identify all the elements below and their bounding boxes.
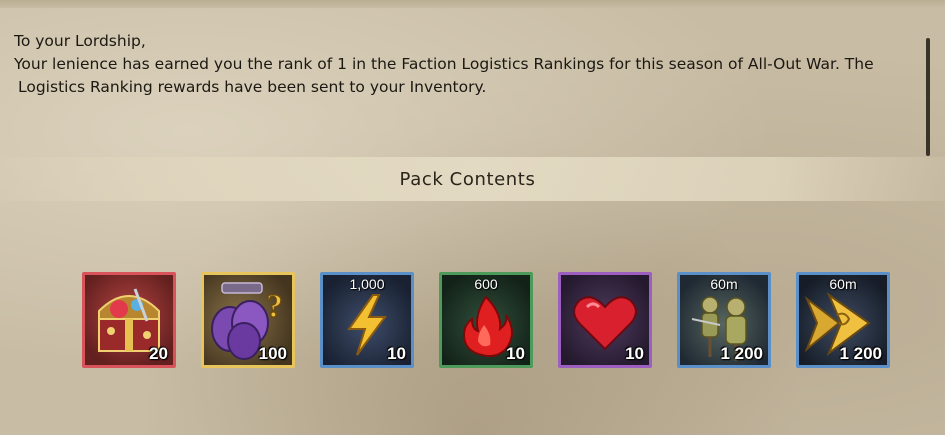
item-quantity: 20 xyxy=(149,344,168,363)
mail-line-2: Logistics Ranking rewards have been sent… xyxy=(18,78,487,96)
message-scrollbar[interactable] xyxy=(926,38,930,156)
reward-item-heart[interactable]: 10 xyxy=(558,272,652,368)
reward-item-training-speedup[interactable]: 60m 1 200 xyxy=(677,272,771,368)
item-quantity: 10 xyxy=(506,344,525,363)
svg-text:?: ? xyxy=(266,288,283,325)
reward-item-flame[interactable]: 600 10 xyxy=(439,272,533,368)
item-amount-label: 600 xyxy=(474,276,498,292)
mail-body: To your Lordship, Your lenience has earn… xyxy=(14,30,919,99)
pack-contents-title: Pack Contents xyxy=(399,169,536,190)
item-amount-label: 60m xyxy=(829,276,857,292)
pack-items-row: 20 ? 100 1,000 10 600 10 10 60m 1 200 60… xyxy=(82,272,892,372)
item-quantity: 1 200 xyxy=(720,344,763,363)
top-edge xyxy=(0,0,945,8)
pack-contents-header: Pack Contents xyxy=(0,157,945,201)
item-quantity: 100 xyxy=(258,344,287,363)
item-quantity: 10 xyxy=(387,344,406,363)
reward-item-energy[interactable]: 1,000 10 xyxy=(320,272,414,368)
item-quantity: 10 xyxy=(625,344,644,363)
item-amount-label: 60m xyxy=(710,276,738,292)
reward-item-general-speedup[interactable]: 60m 1 200 xyxy=(796,272,890,368)
reward-item-chest[interactable]: 20 xyxy=(82,272,176,368)
reward-item-shields[interactable]: ? 100 xyxy=(201,272,295,368)
item-amount-label: 1,000 xyxy=(349,276,385,292)
item-quantity: 1 200 xyxy=(839,344,882,363)
mail-message-panel: To your Lordship, Your lenience has earn… xyxy=(0,8,945,156)
mail-line-1: Your lenience has earned you the rank of… xyxy=(14,55,874,73)
mail-greeting: To your Lordship, xyxy=(14,32,146,50)
